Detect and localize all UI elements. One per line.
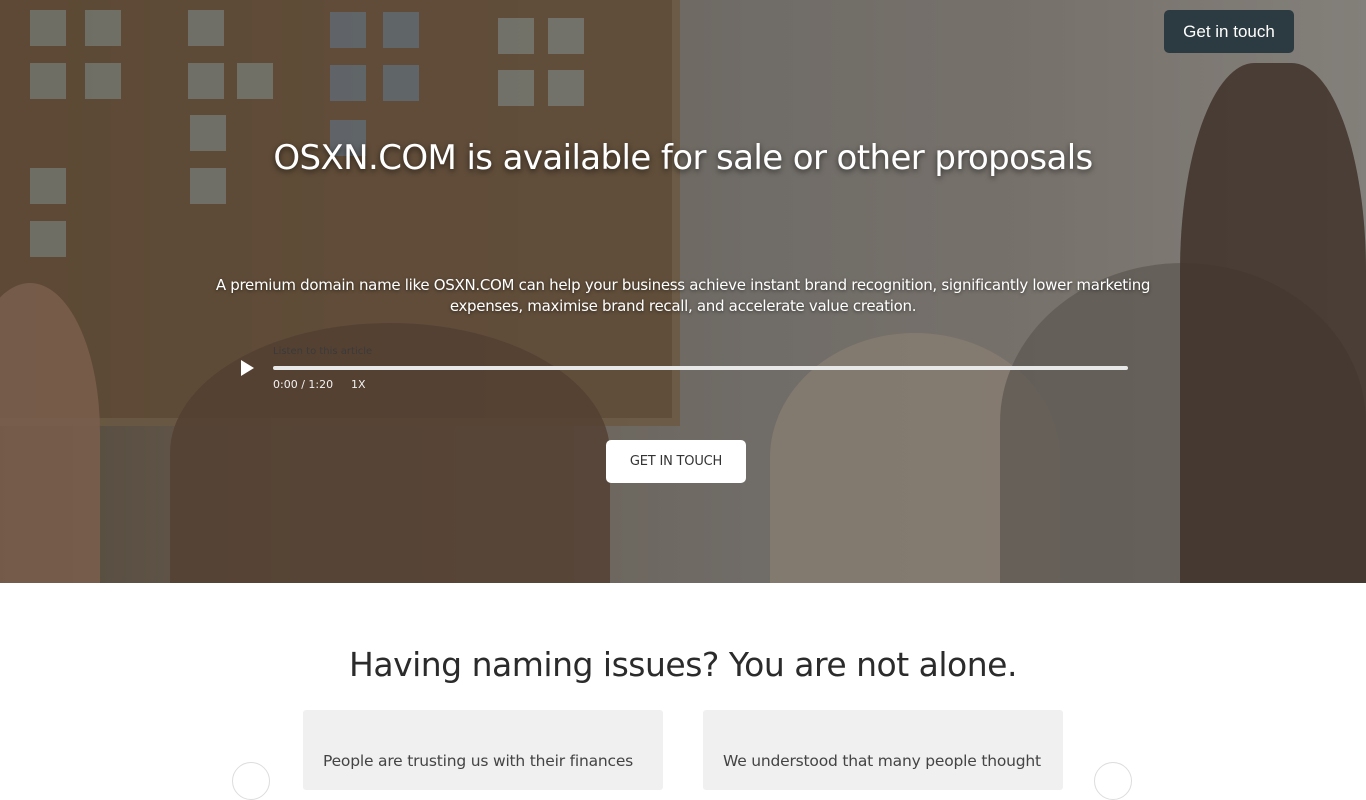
hero-get-in-touch-button[interactable]: GET IN TOUCH — [606, 440, 746, 483]
audio-player-label: Listen to this article — [273, 346, 373, 357]
audio-progress-bar[interactable] — [273, 366, 1128, 370]
testimonial-text: People are trusting us with their financ… — [323, 752, 634, 770]
audio-player: Listen to this article 0:00 / 1:20 1X — [230, 343, 1135, 395]
play-icon[interactable] — [235, 357, 257, 379]
hero-title: OSXN.COM is available for sale or other … — [273, 138, 1093, 178]
testimonial-text: We understood that many people thought — [723, 752, 1041, 770]
playback-speed-button[interactable]: 1X — [351, 378, 366, 391]
hero-section: Get in touch OSXN.COM is available for s… — [0, 0, 1366, 583]
testimonial-card: People are trusting us with their financ… — [303, 710, 663, 790]
hero-subtitle: A premium domain name like OSXN.COM can … — [215, 276, 1151, 315]
section-title: Having naming issues? You are not alone. — [349, 645, 1017, 684]
testimonial-card: We understood that many people thought — [703, 710, 1063, 790]
audio-time: 0:00 / 1:20 — [273, 378, 334, 391]
header-get-in-touch-button[interactable]: Get in touch — [1164, 10, 1294, 53]
